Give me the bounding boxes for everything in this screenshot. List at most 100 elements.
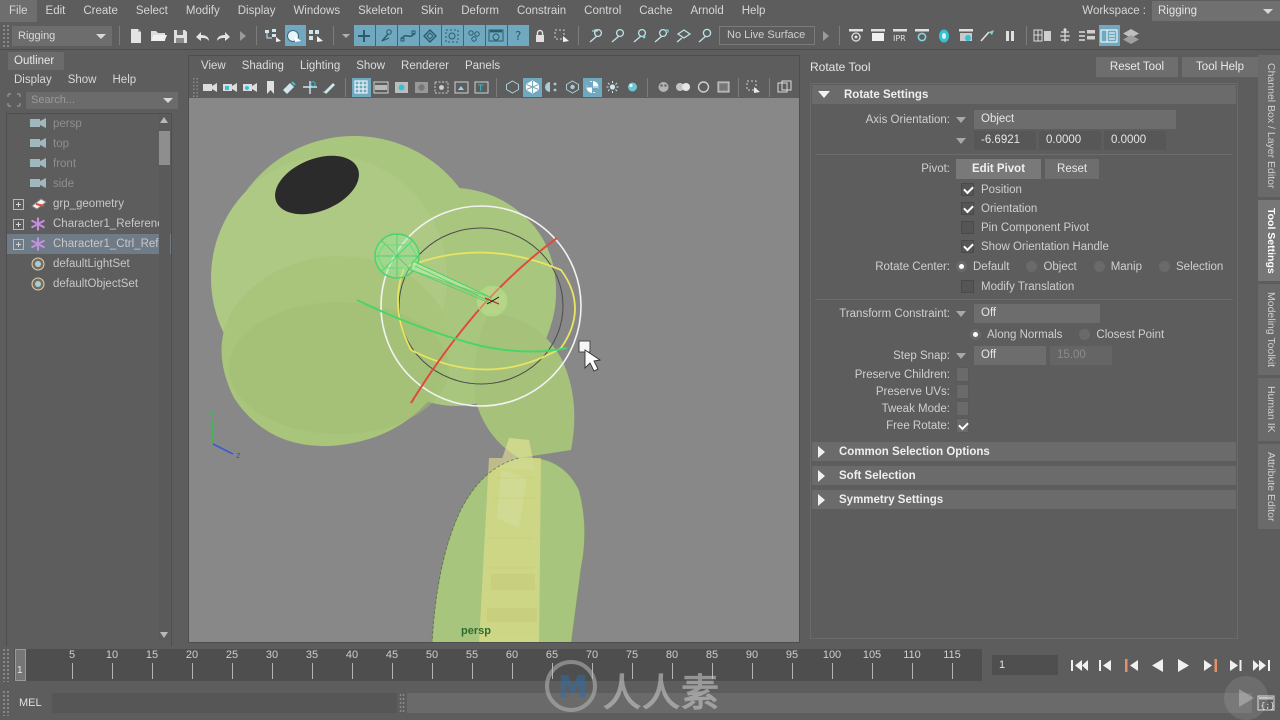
menu-skeleton[interactable]: Skeleton — [349, 0, 412, 22]
outliner-item-side[interactable]: side — [7, 174, 171, 194]
axis-orientation-dropdown[interactable]: Object — [974, 110, 1176, 129]
rotate-center-radio-default[interactable] — [956, 261, 967, 272]
check-row-orientation[interactable]: Orientation — [811, 199, 1237, 218]
frame-rotate-settings[interactable]: Rotate Settings — [812, 85, 1236, 104]
snap-to-grid-icon[interactable] — [585, 25, 606, 46]
small-checkbox-tweak-mode-[interactable] — [956, 401, 969, 416]
xray-active-components-icon[interactable] — [694, 78, 713, 97]
menu-control[interactable]: Control — [575, 0, 630, 22]
texture-display-icon[interactable]: T — [472, 78, 491, 97]
dock-tab-modeling-toolkit[interactable]: Modeling Toolkit — [1258, 284, 1280, 376]
show-deformers-icon[interactable] — [563, 78, 582, 97]
wireframe-shading-icon[interactable] — [351, 77, 371, 97]
shaded-lighting-icon[interactable] — [392, 78, 411, 97]
transform-constraint-dropdown[interactable]: Off — [974, 304, 1100, 323]
small-check-row-preserve-children-[interactable]: Preserve Children: — [811, 366, 1237, 383]
checkbox-show-orientation-handle[interactable] — [961, 240, 974, 253]
go-to-start-icon[interactable] — [1070, 656, 1089, 674]
show-cameras-icon[interactable] — [623, 78, 642, 97]
shadows-icon[interactable] — [432, 78, 451, 97]
small-check-row-tweak-mode-[interactable]: Tweak Mode: — [811, 400, 1237, 417]
small-checkbox-preserve-uvs-[interactable] — [956, 384, 969, 399]
viewport-menu-shading[interactable]: Shading — [234, 60, 292, 72]
checkbox-orientation[interactable] — [961, 202, 974, 215]
dock-tab-tool-settings[interactable]: Tool Settings — [1258, 199, 1280, 282]
mask-rendering-icon[interactable] — [485, 25, 507, 46]
menu-constrain[interactable]: Constrain — [508, 0, 575, 22]
workspace-dropdown[interactable]: Rigging — [1152, 1, 1280, 21]
render-sequence-icon[interactable] — [978, 25, 999, 46]
show-lights-icon[interactable] — [603, 78, 622, 97]
select-by-component-icon[interactable] — [307, 25, 328, 46]
outliner-item-character1-reference[interactable]: Character1_Reference — [7, 214, 171, 234]
outliner-vertical-scrollbar[interactable] — [159, 115, 170, 640]
make-live-icon[interactable] — [695, 25, 716, 46]
command-splitter[interactable] — [398, 693, 405, 713]
xray-joints-icon[interactable] — [674, 78, 693, 97]
tab-outliner[interactable]: Outliner — [8, 52, 65, 70]
two-d-pan-zoom-icon[interactable] — [301, 78, 320, 97]
hypershade-icon[interactable] — [934, 25, 955, 46]
edit-pivot-button[interactable]: Edit Pivot — [956, 159, 1042, 179]
check-row-pin-component-pivot[interactable]: Pin Component Pivot — [811, 218, 1237, 237]
outliner-item-top[interactable]: top — [7, 134, 171, 154]
use-all-lights-icon[interactable] — [412, 78, 431, 97]
mask-curves-icon[interactable] — [397, 25, 419, 46]
smooth-shade-all-icon[interactable] — [372, 78, 391, 97]
outliner-panel-icon[interactable] — [1055, 25, 1076, 46]
mask-joints-icon[interactable] — [375, 25, 397, 46]
viewport-menu-lighting[interactable]: Lighting — [292, 60, 348, 72]
render-current-frame-icon[interactable] — [846, 25, 867, 46]
mask-misc-icon[interactable]: ? — [507, 25, 529, 46]
channel-box-panel-icon[interactable] — [1121, 25, 1142, 46]
menu-help[interactable]: Help — [733, 0, 775, 22]
outliner-item-defaultobjectset[interactable]: defaultObjectSet — [7, 274, 171, 294]
check-row-show-orientation-handle[interactable]: Show Orientation Handle — [811, 237, 1237, 256]
step-forward-keyframe-icon[interactable] — [1226, 656, 1245, 674]
tool-settings-panel-icon[interactable] — [1098, 25, 1120, 46]
tool-help-button[interactable]: Tool Help — [1182, 57, 1258, 77]
rotate-center-radio-selection[interactable] — [1159, 261, 1171, 272]
select-by-object-icon[interactable] — [284, 25, 306, 46]
frame-symmetry-settings[interactable]: Symmetry Settings — [812, 490, 1236, 509]
menu-select[interactable]: Select — [127, 0, 177, 22]
viewport-menu-renderer[interactable]: Renderer — [393, 60, 457, 72]
live-expand-arrow-icon[interactable] — [823, 30, 829, 41]
menu-display[interactable]: Display — [229, 0, 285, 22]
axis-value-z-input[interactable]: 0.0000 — [1104, 131, 1166, 150]
outliner-item-front[interactable]: front — [7, 154, 171, 174]
menu-skin[interactable]: Skin — [412, 0, 452, 22]
viewport-toolbar-gripper[interactable] — [192, 77, 199, 97]
chevron-down-icon[interactable] — [956, 137, 966, 144]
step-snap-amount-input[interactable]: 15.00 — [1050, 346, 1112, 365]
outliner-item-character1-ctrl-refer[interactable]: Character1_Ctrl_Refer — [7, 234, 171, 254]
current-frame-field[interactable]: 1 — [992, 655, 1058, 675]
show-textures-icon[interactable] — [582, 77, 602, 97]
expand-icon[interactable] — [13, 238, 24, 250]
render-settings-icon[interactable] — [912, 25, 933, 46]
timeline-gripper[interactable] — [2, 648, 11, 682]
mask-deformers-icon[interactable] — [441, 25, 463, 46]
along-normals-radio[interactable] — [970, 329, 981, 340]
scroll-up-icon[interactable] — [160, 117, 168, 123]
expand-icon[interactable] — [13, 218, 24, 230]
select-by-hierarchy-icon[interactable] — [263, 25, 284, 46]
outliner-menu-help[interactable]: Help — [105, 74, 145, 86]
outliner-item-persp[interactable]: persp — [7, 114, 171, 134]
viewport-menu-view[interactable]: View — [193, 60, 234, 72]
checkbox-position[interactable] — [961, 183, 974, 196]
xray-mode-icon[interactable] — [654, 78, 673, 97]
step-forward-frame-icon[interactable] — [1200, 656, 1219, 674]
render-view-icon[interactable] — [956, 25, 977, 46]
dock-tab-attribute-editor[interactable]: Attribute Editor — [1258, 444, 1280, 530]
outliner-menu-show[interactable]: Show — [60, 74, 105, 86]
show-nurbs-icon[interactable] — [503, 78, 522, 97]
axis-value-x-input[interactable]: -6.6921 — [974, 131, 1036, 150]
ipr-render-icon[interactable]: IPR — [890, 25, 911, 46]
grease-pencil-icon[interactable] — [321, 78, 340, 97]
timeline-track[interactable]: 1 5 10 15 20 25 30 35 40 45 50 55 60 65 70 75 80 85 90 95 1… — [14, 649, 982, 681]
menu-windows[interactable]: Windows — [284, 0, 349, 22]
chevron-down-icon[interactable] — [956, 116, 966, 123]
chevron-down-icon[interactable] — [956, 352, 966, 359]
mask-dynamics-icon[interactable] — [463, 25, 485, 46]
